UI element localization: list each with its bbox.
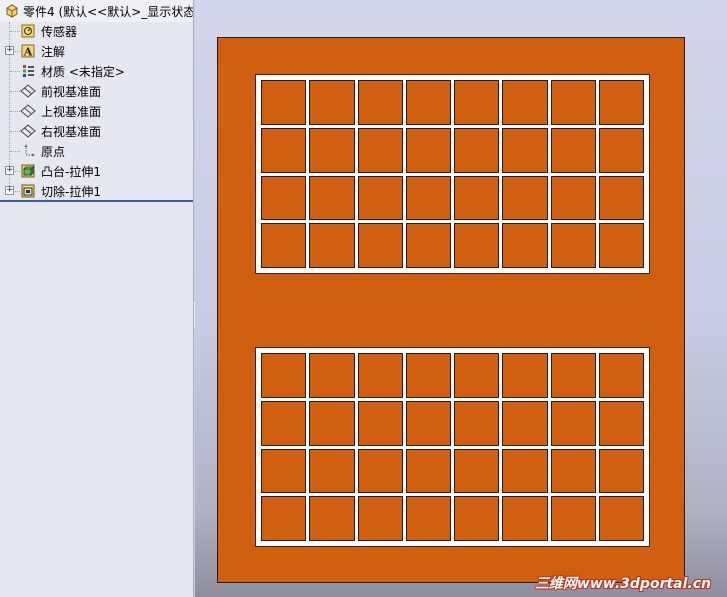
annotation-icon: A [21, 44, 35, 59]
cut-extrude-icon [21, 184, 35, 198]
cut-pocket [550, 496, 596, 541]
cut-pocket [598, 80, 644, 125]
cut-pocket [454, 127, 500, 173]
expand-icon[interactable]: + [5, 166, 14, 175]
cut-pocket [357, 353, 403, 398]
cut-pocket [550, 127, 596, 173]
cut-pocket [309, 400, 355, 446]
cut-pocket [454, 80, 500, 125]
cut-pocket [309, 448, 355, 494]
cut-pocket [502, 353, 548, 398]
cut-pocket [405, 80, 451, 125]
tree-item-origin[interactable]: 原点 [0, 141, 193, 161]
cut-pocket [598, 175, 644, 221]
tree-item-boss-extrude[interactable]: + 凸台-拉伸1 [0, 161, 193, 181]
cut-pocket [261, 175, 307, 221]
cut-pocket [357, 496, 403, 541]
cut-pocket [598, 496, 644, 541]
plane-icon [20, 124, 36, 138]
cut-pocket [502, 496, 548, 541]
cut-pocket [309, 223, 355, 268]
cut-grid-bottom [255, 347, 650, 547]
cut-pocket [261, 223, 307, 268]
boss-extrude-icon [21, 164, 35, 178]
cut-pocket [309, 80, 355, 125]
cut-pocket [550, 400, 596, 446]
cut-pocket [261, 496, 307, 541]
cut-pocket [405, 175, 451, 221]
cut-pocket [502, 223, 548, 268]
site-watermark: 三维网www.3dportal.cn [534, 576, 711, 592]
cut-pocket [357, 80, 403, 125]
sensor-icon [21, 24, 35, 38]
cut-pocket [598, 127, 644, 173]
cut-pocket [502, 448, 548, 494]
cut-pocket [405, 127, 451, 173]
cut-pocket [550, 448, 596, 494]
tree-item-top-plane[interactable]: 上视基准面 [0, 101, 193, 121]
cut-pocket [357, 223, 403, 268]
cut-pocket [502, 400, 548, 446]
cut-pocket [550, 223, 596, 268]
expand-icon[interactable]: + [5, 46, 14, 55]
svg-text:A: A [23, 46, 33, 59]
cut-pocket [357, 400, 403, 446]
part-icon [6, 4, 18, 18]
cut-pocket [405, 496, 451, 541]
material-icon [23, 65, 34, 77]
expand-icon[interactable]: + [5, 186, 14, 195]
cut-pocket [454, 448, 500, 494]
cut-pocket [261, 127, 307, 173]
cut-pocket [261, 80, 307, 125]
graphics-viewport[interactable]: 三维网www.3dportal.cn [195, 0, 727, 597]
cut-pocket [454, 223, 500, 268]
cut-pocket [405, 353, 451, 398]
cut-pocket [309, 496, 355, 541]
cut-pocket [502, 175, 548, 221]
cut-pocket [550, 353, 596, 398]
cut-pocket [598, 448, 644, 494]
cut-pocket [357, 448, 403, 494]
cut-pocket [309, 127, 355, 173]
part-plate[interactable] [217, 37, 685, 583]
cut-pocket [550, 80, 596, 125]
plane-icon [20, 104, 36, 118]
cut-pocket [454, 496, 500, 541]
cut-pocket [405, 448, 451, 494]
tree-item-front-plane[interactable]: 前视基准面 [0, 81, 193, 101]
tree-item-cut-extrude[interactable]: + 切除-拉伸1 [0, 181, 193, 201]
cut-pocket [405, 400, 451, 446]
cut-pocket [454, 400, 500, 446]
cut-pocket [405, 223, 451, 268]
cut-pocket [309, 353, 355, 398]
tree-root-label: 零件4 (默认<<默认>_显示状态 [23, 4, 194, 19]
tree-item-material[interactable]: 材质 <未指定> [0, 61, 193, 81]
cut-pocket [502, 127, 548, 173]
tree-item-annotations[interactable]: + A 注解 [0, 41, 193, 61]
tree-item-sensors[interactable]: 传感器 [0, 21, 193, 41]
plane-icon [20, 84, 36, 98]
tree-root-part[interactable]: 零件4 (默认<<默认>_显示状态 [0, 0, 194, 22]
cut-pocket [598, 353, 644, 398]
tree-item-right-plane[interactable]: 右视基准面 [0, 121, 193, 141]
cut-pocket [357, 175, 403, 221]
tree-end-separator [0, 200, 193, 202]
cut-pocket [454, 175, 500, 221]
origin-icon [24, 144, 35, 157]
cut-pocket [261, 353, 307, 398]
cut-pocket [598, 400, 644, 446]
cut-pocket [502, 80, 548, 125]
cut-pocket [261, 448, 307, 494]
feature-manager-tree: 零件4 (默认<<默认>_显示状态 传感器 + A 注解 材质 <未指定> 前视… [0, 0, 194, 597]
cut-pocket [454, 353, 500, 398]
cut-pocket [309, 175, 355, 221]
cut-pocket [550, 175, 596, 221]
cut-pocket [598, 223, 644, 268]
cut-pocket [357, 127, 403, 173]
cut-grid-top [255, 74, 650, 274]
cut-pocket [261, 400, 307, 446]
